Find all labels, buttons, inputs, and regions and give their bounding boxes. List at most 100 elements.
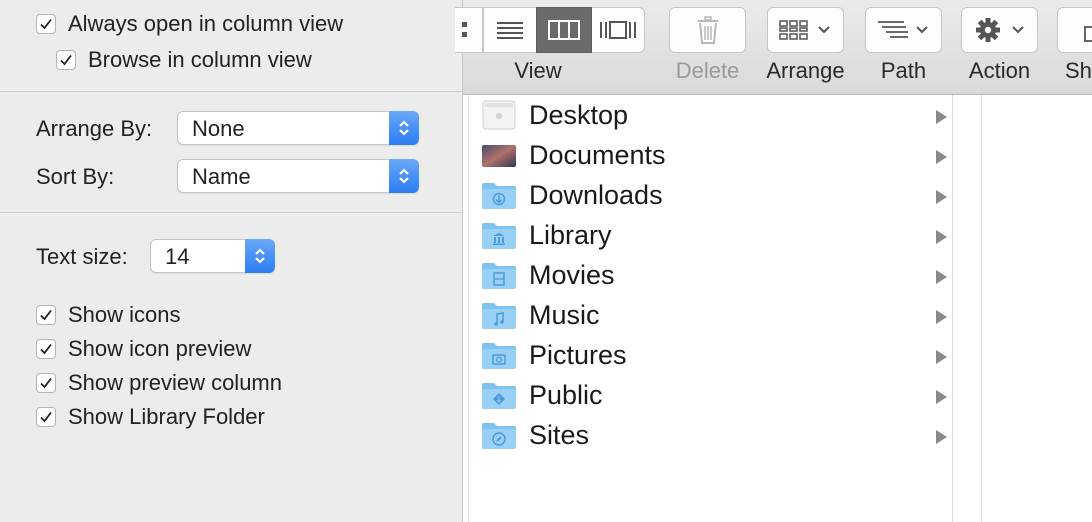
file-row[interactable]: Sites (469, 417, 953, 457)
show-icons-label: Show icons (68, 302, 181, 327)
trash-icon (697, 16, 718, 44)
checkmark-icon (40, 411, 52, 423)
file-row[interactable]: Music (469, 297, 953, 337)
finder-toolbar: View Delete Arrange Path Action Sh (455, 0, 1092, 95)
disclosure-arrow-icon (936, 390, 947, 404)
path-button[interactable] (865, 7, 942, 53)
checkmark-icon (40, 377, 52, 389)
show-library-folder-label: Show Library Folder (68, 404, 265, 429)
public-folder-icon (481, 379, 517, 411)
disclosure-arrow-icon (936, 230, 947, 244)
file-row[interactable]: Pictures (469, 337, 953, 377)
column-view-segment[interactable] (536, 7, 592, 53)
delete-label: Delete (675, 58, 740, 83)
desktop-folder-icon (481, 99, 517, 131)
file-row[interactable]: Movies (469, 257, 953, 297)
checkmark-icon (40, 309, 52, 321)
file-row[interactable]: Public (469, 377, 953, 417)
cover-flow-icon (600, 21, 636, 39)
file-name: Music (529, 300, 600, 330)
list-view-icon (497, 22, 523, 39)
arrange-by-label: Arrange By: (36, 116, 153, 141)
file-row[interactable]: Downloads (469, 177, 953, 217)
checkmark-icon (40, 18, 52, 30)
share-icon (1084, 26, 1092, 42)
always-open-column-label: Always open in column view (68, 11, 344, 36)
arrange-by-popup[interactable]: None (177, 111, 419, 145)
file-name: Movies (529, 260, 615, 290)
show-library-folder-checkbox[interactable]: Show Library Folder (36, 404, 265, 430)
checkbox[interactable] (36, 14, 56, 34)
icon-view-icon (461, 22, 467, 37)
arrange-button[interactable] (767, 7, 844, 53)
action-button[interactable] (961, 7, 1038, 53)
show-icons-checkbox[interactable]: Show icons (36, 302, 181, 328)
sites-folder-icon (481, 419, 517, 451)
chevron-down-icon (1011, 26, 1024, 34)
checkmark-icon (60, 54, 72, 66)
show-icon-preview-label: Show icon preview (68, 336, 252, 361)
file-name: Sites (529, 420, 590, 450)
text-size-popup[interactable]: 14 (150, 239, 275, 273)
file-name: Downloads (529, 180, 663, 210)
browse-column-label: Browse in column view (88, 47, 312, 72)
delete-button[interactable] (669, 7, 746, 53)
action-label: Action (968, 58, 1031, 83)
text-size-label: Text size: (36, 244, 128, 269)
file-name: Public (529, 380, 603, 410)
path-icon (877, 21, 928, 38)
music-folder-icon (481, 299, 517, 331)
disclosure-arrow-icon (936, 350, 947, 364)
file-row[interactable]: Desktop (469, 97, 953, 137)
popup-stepper-icon (389, 111, 419, 145)
disclosure-arrow-icon (936, 190, 947, 204)
share-label: Sh (1065, 58, 1092, 83)
file-name: Desktop (529, 100, 629, 130)
file-name: Pictures (529, 340, 627, 370)
chevron-down-icon (915, 26, 928, 34)
list-view-segment[interactable] (483, 7, 536, 53)
browse-column-checkbox[interactable]: Browse in column view (56, 47, 312, 73)
file-column: Desktop Documents Downloads Library Movies Mu… (468, 95, 953, 522)
disclosure-arrow-icon (936, 110, 947, 124)
separator (0, 212, 462, 213)
show-icon-preview-checkbox[interactable]: Show icon preview (36, 336, 251, 362)
downloads-folder-icon (481, 179, 517, 211)
checkbox[interactable] (36, 373, 56, 393)
disclosure-arrow-icon (936, 310, 947, 324)
library-folder-icon (481, 219, 517, 251)
cover-flow-segment[interactable] (592, 7, 645, 53)
disclosure-arrow-icon (936, 150, 947, 164)
share-button[interactable] (1057, 7, 1092, 53)
file-name: Library (529, 220, 612, 250)
arrange-icon (778, 20, 830, 40)
checkbox[interactable] (36, 305, 56, 325)
chevron-down-icon (817, 26, 830, 34)
column-view-icon (548, 20, 580, 40)
checkbox[interactable] (36, 339, 56, 359)
arrange-by-value: None (192, 116, 245, 141)
separator (0, 91, 462, 92)
file-name: Documents (529, 140, 666, 170)
show-preview-column-checkbox[interactable]: Show preview column (36, 370, 282, 396)
popup-stepper-icon (245, 239, 275, 273)
checkbox[interactable] (36, 407, 56, 427)
column-resize-handle[interactable] (952, 95, 982, 522)
file-row[interactable]: Library (469, 217, 953, 257)
documents-folder-icon (481, 139, 517, 171)
disclosure-arrow-icon (936, 430, 947, 444)
gear-icon (975, 18, 1024, 42)
checkbox[interactable] (56, 50, 76, 70)
file-row[interactable]: Documents (469, 137, 953, 177)
movies-folder-icon (481, 259, 517, 291)
view-segment-icon[interactable] (455, 7, 483, 53)
arrange-label: Arrange (766, 58, 845, 83)
text-size-value: 14 (165, 244, 190, 269)
sort-by-label: Sort By: (36, 164, 115, 189)
checkmark-icon (40, 343, 52, 355)
sort-by-popup[interactable]: Name (177, 159, 419, 193)
next-column (982, 95, 1092, 522)
always-open-column-checkbox[interactable]: Always open in column view (36, 11, 343, 37)
popup-stepper-icon (389, 159, 419, 193)
sort-by-value: Name (192, 164, 251, 189)
